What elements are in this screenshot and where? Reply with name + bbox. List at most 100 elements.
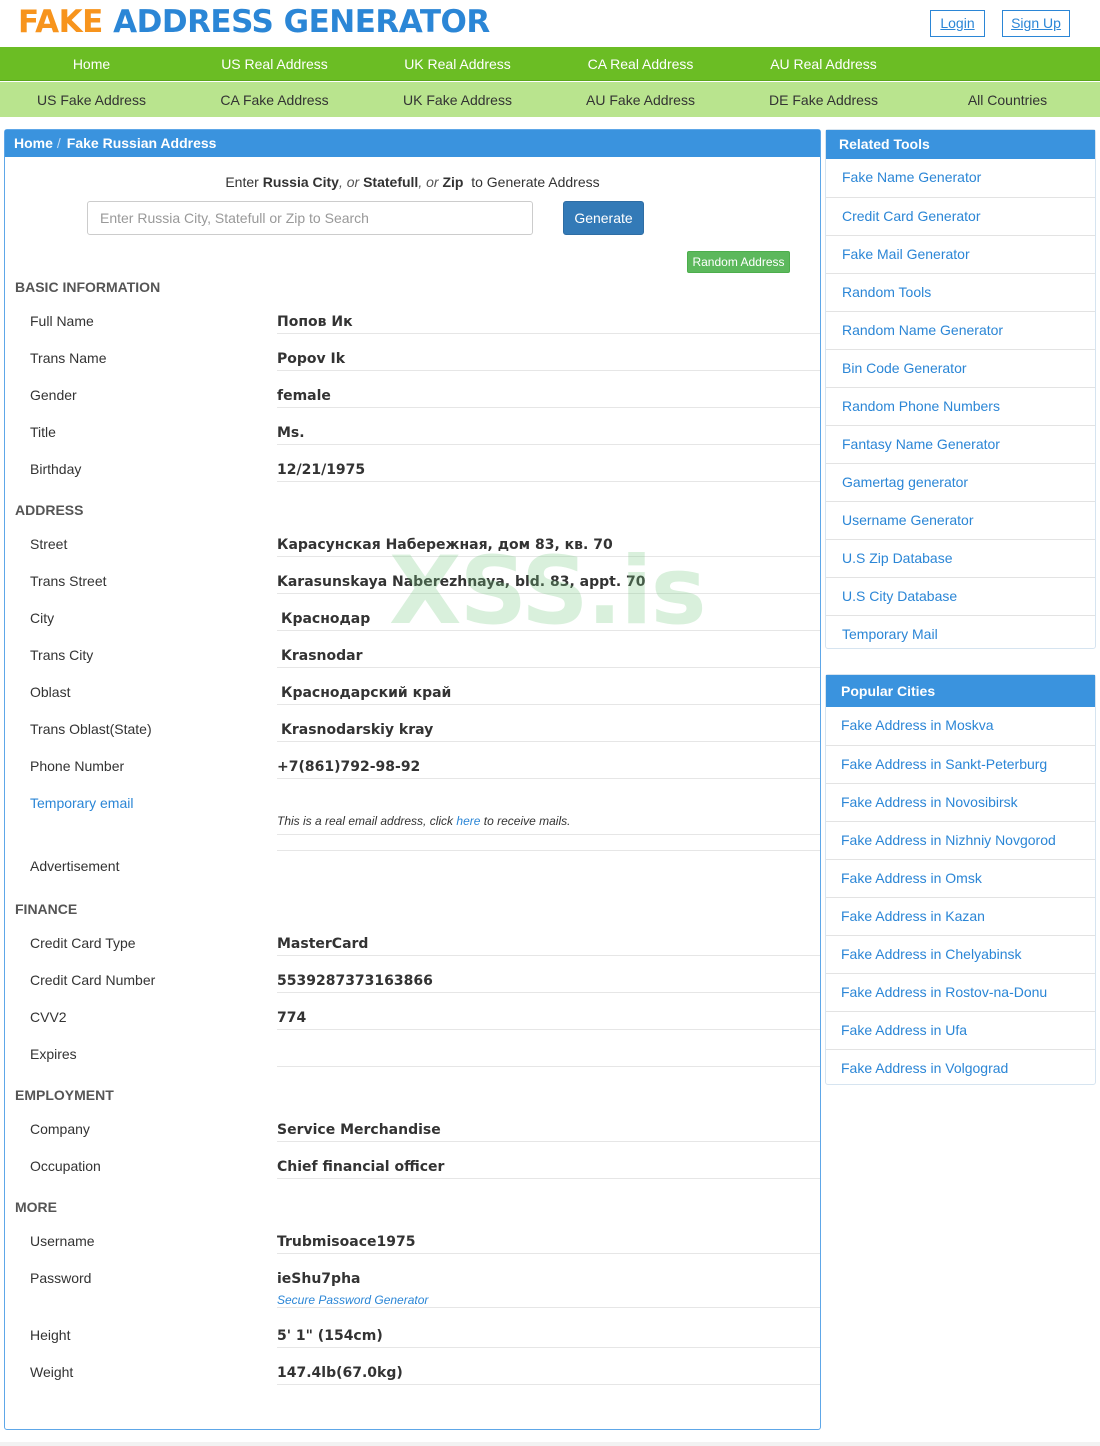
search-instructions: Enter Russia City, or Statefull, or Zip … bbox=[5, 174, 820, 190]
breadcrumb-separator: / bbox=[56, 135, 61, 151]
secure-password-generator-link[interactable]: Secure Password Generator bbox=[277, 1293, 428, 1307]
popular-city-link[interactable]: Fake Address in Chelyabinsk bbox=[826, 935, 1095, 973]
search-prefix: Enter bbox=[225, 174, 259, 190]
label-weight: Weight bbox=[30, 1364, 74, 1380]
value-weight: 147.4lb(67.0kg) bbox=[277, 1357, 820, 1385]
related-tools-title: Related Tools bbox=[826, 130, 1095, 159]
label-expires: Expires bbox=[30, 1046, 77, 1062]
related-tool-link[interactable]: U.S City Database bbox=[826, 577, 1095, 615]
related-tool-link[interactable]: Username Generator bbox=[826, 501, 1095, 539]
nav-us-fake-address[interactable]: US Fake Address bbox=[0, 92, 183, 108]
related-tool-link[interactable]: Fake Mail Generator bbox=[826, 235, 1095, 273]
nav-ca-real-address[interactable]: CA Real Address bbox=[549, 56, 732, 72]
label-occupation: Occupation bbox=[30, 1158, 101, 1174]
nav-au-fake-address[interactable]: AU Fake Address bbox=[549, 92, 732, 108]
related-tool-link[interactable]: Random Phone Numbers bbox=[826, 387, 1095, 425]
breadcrumb-current: Fake Russian Address bbox=[66, 135, 217, 151]
label-advertisement: Advertisement bbox=[30, 858, 120, 874]
breadcrumb: Home / Fake Russian Address bbox=[5, 130, 820, 157]
popular-city-link[interactable]: Fake Address in Omsk bbox=[826, 859, 1095, 897]
popular-city-link[interactable]: Fake Address in Nizhniy Novgorod bbox=[826, 821, 1095, 859]
related-tool-link[interactable]: Temporary Mail bbox=[826, 615, 1095, 653]
label-company: Company bbox=[30, 1121, 90, 1137]
section-title-employment: EMPLOYMENT bbox=[15, 1087, 114, 1103]
nav-ca-fake-address[interactable]: CA Fake Address bbox=[183, 92, 366, 108]
label-street: Street bbox=[30, 536, 68, 552]
related-tool-link[interactable]: Random Name Generator bbox=[826, 311, 1095, 349]
value-street: Карасунская Набережная, дом 83, кв. 70 bbox=[277, 529, 820, 557]
related-tool-link[interactable]: Fantasy Name Generator bbox=[826, 425, 1095, 463]
value-expires bbox=[277, 1039, 820, 1067]
nav-uk-fake-address[interactable]: UK Fake Address bbox=[366, 92, 549, 108]
nav-uk-real-address[interactable]: UK Real Address bbox=[366, 56, 549, 72]
nav-us-real-address[interactable]: US Real Address bbox=[183, 56, 366, 72]
nav-au-real-address[interactable]: AU Real Address bbox=[732, 56, 915, 72]
popular-city-link[interactable]: Fake Address in Kazan bbox=[826, 897, 1095, 935]
value-company: Service Merchandise bbox=[277, 1114, 820, 1142]
email-here-link[interactable]: here bbox=[456, 814, 480, 828]
value-trans-street: Karasunskaya Naberezhnaya, bld. 83, appt… bbox=[277, 566, 820, 594]
label-city: City bbox=[30, 610, 55, 626]
label-gender: Gender bbox=[30, 387, 77, 403]
signup-button[interactable]: Sign Up bbox=[1002, 10, 1070, 37]
value-full-name: Попов Ик bbox=[277, 306, 820, 334]
value-credit-card-type: MasterCard bbox=[277, 928, 820, 956]
generate-button[interactable]: Generate bbox=[563, 201, 644, 235]
label-phone-number: Phone Number bbox=[30, 758, 125, 774]
popular-city-link[interactable]: Fake Address in Moskva bbox=[826, 707, 1095, 745]
label-credit-card-number: Credit Card Number bbox=[30, 972, 156, 988]
section-title-basic: BASIC INFORMATION bbox=[15, 279, 161, 295]
nav-all-countries[interactable]: All Countries bbox=[916, 92, 1099, 108]
temporary-email-link[interactable]: Temporary email bbox=[30, 795, 133, 811]
search-or-1: , or bbox=[338, 174, 360, 190]
logo-text-fake: FAKE bbox=[18, 4, 103, 40]
related-tool-link[interactable]: Gamertag generator bbox=[826, 463, 1095, 501]
nav-home[interactable]: Home bbox=[0, 56, 183, 72]
value-oblast: Краснодарский край bbox=[277, 677, 820, 705]
search-keyword-zip: Zip bbox=[442, 174, 464, 190]
label-oblast: Oblast bbox=[30, 684, 71, 700]
label-height: Height bbox=[30, 1327, 71, 1343]
label-trans-city: Trans City bbox=[30, 647, 94, 663]
footer-divider bbox=[0, 1442, 1100, 1446]
search-input[interactable] bbox=[87, 201, 533, 235]
related-tool-link[interactable]: Random Tools bbox=[826, 273, 1095, 311]
search-keyword-state: Statefull bbox=[363, 174, 419, 190]
label-birthday: Birthday bbox=[30, 461, 82, 477]
popular-city-link[interactable]: Fake Address in Sankt-Peterburg bbox=[826, 745, 1095, 783]
section-title-finance: FINANCE bbox=[15, 901, 78, 917]
popular-cities-title: Popular Cities bbox=[826, 675, 1095, 707]
label-full-name: Full Name bbox=[30, 313, 94, 329]
related-tool-link[interactable]: U.S Zip Database bbox=[826, 539, 1095, 577]
site-header: FAKE ADDRESS GENERATOR Login Sign Up bbox=[0, 0, 1100, 47]
related-tool-link[interactable]: Credit Card Generator bbox=[826, 197, 1095, 235]
popular-city-link[interactable]: Fake Address in Ufa bbox=[826, 1011, 1095, 1049]
value-height: 5' 1" (154cm) bbox=[277, 1320, 820, 1348]
value-username: Trubmisoace1975 bbox=[277, 1226, 820, 1254]
popular-city-link[interactable]: Fake Address in Rostov-na-Donu bbox=[826, 973, 1095, 1011]
breadcrumb-home[interactable]: Home bbox=[14, 135, 53, 151]
related-tool-link[interactable]: Bin Code Generator bbox=[826, 349, 1095, 387]
value-title: Ms. bbox=[277, 417, 820, 445]
label-password: Password bbox=[30, 1270, 92, 1286]
primary-nav: Home US Real Address UK Real Address CA … bbox=[0, 47, 1100, 81]
popular-cities-panel: Popular Cities Fake Address in Moskva Fa… bbox=[825, 674, 1096, 1085]
label-trans-name: Trans Name bbox=[30, 350, 107, 366]
random-address-button[interactable]: Random Address bbox=[687, 251, 790, 273]
value-cvv2: 774 bbox=[277, 1002, 820, 1030]
value-credit-card-number: 5539287373163866 bbox=[277, 965, 820, 993]
label-title: Title bbox=[30, 424, 56, 440]
search-keyword-city: Russia City bbox=[262, 174, 339, 190]
related-tool-link[interactable]: Fake Name Generator bbox=[826, 159, 1095, 197]
site-logo[interactable]: FAKE ADDRESS GENERATOR bbox=[18, 4, 490, 40]
value-occupation: Chief financial officer bbox=[277, 1151, 820, 1179]
value-gender: female bbox=[277, 380, 820, 408]
section-title-more: MORE bbox=[15, 1199, 57, 1215]
popular-city-link[interactable]: Fake Address in Novosibirsk bbox=[826, 783, 1095, 821]
value-trans-city: Krasnodar bbox=[277, 640, 820, 668]
search-or-2: , or bbox=[418, 174, 439, 190]
login-button[interactable]: Login bbox=[930, 10, 985, 37]
section-title-address: ADDRESS bbox=[15, 502, 84, 518]
popular-city-link[interactable]: Fake Address in Volgograd bbox=[826, 1049, 1095, 1087]
nav-de-fake-address[interactable]: DE Fake Address bbox=[732, 92, 915, 108]
